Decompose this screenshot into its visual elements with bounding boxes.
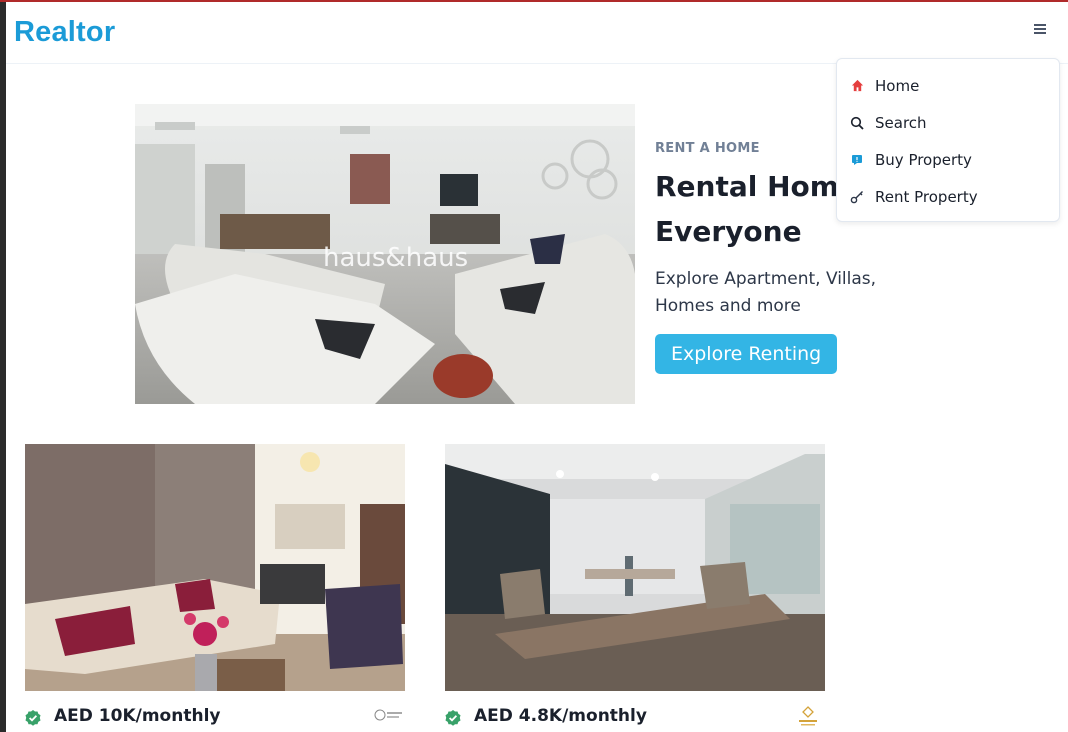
key-icon — [850, 190, 864, 204]
verified-check-icon — [445, 710, 461, 726]
hero-living-room-image: haus&haus — [135, 104, 635, 404]
property-image[interactable] — [445, 444, 825, 691]
menu-item-label: Rent Property — [875, 187, 978, 206]
agency-logo-icon[interactable] — [791, 705, 825, 729]
property-card[interactable]: AED 4.8K/monthly — [445, 444, 825, 731]
nav-dropdown-menu: Home Search Buy Property Rent Property — [836, 58, 1060, 222]
menu-item-rent-property[interactable]: Rent Property — [837, 178, 1059, 215]
verified-check-icon — [25, 710, 41, 726]
property-card[interactable]: AED 10K/monthly — [25, 444, 405, 731]
property-price: AED 4.8K/monthly — [474, 706, 647, 726]
property-meta: AED 4.8K/monthly — [445, 691, 825, 731]
menu-item-label: Search — [875, 113, 927, 132]
property-meta: AED 10K/monthly — [25, 691, 405, 731]
explore-renting-button[interactable]: Explore Renting — [655, 334, 838, 374]
menu-item-home[interactable]: Home — [837, 67, 1059, 104]
hamburger-icon[interactable] — [1030, 22, 1050, 40]
navbar: Realtor — [6, 2, 1068, 64]
hero-watermark-text: haus&haus — [323, 243, 468, 273]
agency-logo-icon[interactable] — [371, 705, 405, 729]
search-icon — [850, 116, 864, 130]
menu-item-label: Buy Property — [875, 150, 972, 169]
hero-description: Explore Apartment, Villas, Homes and mor… — [655, 269, 877, 316]
home-icon — [850, 79, 864, 93]
tag-icon — [850, 153, 864, 167]
background-window-edge — [0, 2, 6, 732]
menu-item-buy-property[interactable]: Buy Property — [837, 141, 1059, 178]
menu-item-label: Home — [875, 76, 920, 95]
property-price: AED 10K/monthly — [54, 706, 221, 726]
brand-logo[interactable]: Realtor — [14, 16, 115, 49]
property-image[interactable] — [25, 444, 405, 691]
menu-item-search[interactable]: Search — [837, 104, 1059, 141]
